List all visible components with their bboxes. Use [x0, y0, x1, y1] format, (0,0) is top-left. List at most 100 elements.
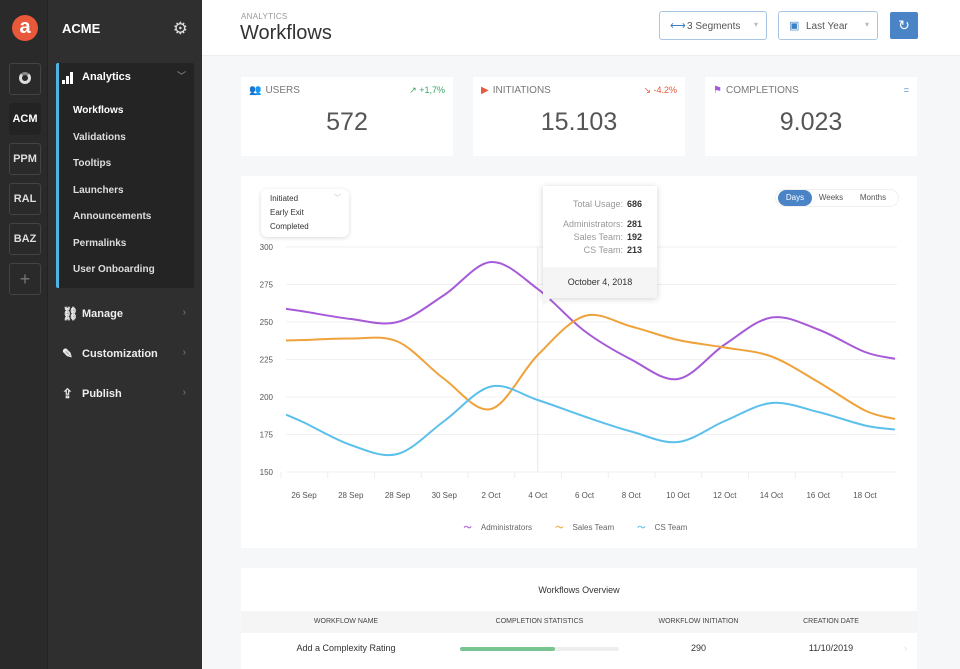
workflows-overview-table: Workflows Overview WORKFLOW NAME COMPLET… [241, 568, 917, 669]
sidebar-subitem-permalinks[interactable]: Permalinks [73, 238, 126, 249]
x-tick-label: 28 Sep [338, 491, 364, 500]
chevron-right-icon: › [182, 347, 186, 358]
x-tick-label: 8 Oct [622, 491, 642, 500]
refresh-icon: ↻ [898, 17, 910, 33]
range-months[interactable]: Months [852, 190, 894, 206]
x-tick-label: 6 Oct [575, 491, 595, 500]
chevron-down-icon: ﹀ [176, 71, 186, 81]
stat-value: 572 [326, 108, 368, 136]
legend-item-sales-team[interactable]: 〜 Sales Team [555, 523, 621, 532]
legend-item-cs-team[interactable]: 〜 CS Team [637, 523, 694, 532]
legend-line-icon: 〜 [555, 523, 564, 532]
rail-item-ral[interactable]: RAL [9, 183, 41, 215]
workspace-rail: a ACM PPM RAL BAZ + [0, 0, 48, 669]
tooltip-row-administrators: Administrators: 281 [562, 219, 643, 229]
chevron-right-icon: › [182, 307, 186, 318]
stat-value: 15.103 [540, 108, 618, 136]
stat-card-users: 👥 USERS ↗ +1,7% 572 [241, 77, 453, 156]
legend-line-icon: 〜 [637, 523, 646, 532]
users-icon: 👥 [249, 85, 262, 96]
segments-icon: ⟷ [670, 20, 686, 32]
period-select[interactable]: ▣ Last Year ▾ [778, 11, 878, 40]
sidebar-subitem-announcements[interactable]: Announcements [73, 211, 151, 222]
refresh-button[interactable]: ↻ [890, 12, 918, 39]
period-value: Last Year [806, 21, 848, 32]
sidebar-item-manage[interactable]: ⛓ Manage › [60, 305, 186, 325]
add-workspace-button[interactable]: + [9, 263, 41, 295]
table-header: WORKFLOW NAME COMPLETION STATISTICS WORK… [241, 611, 917, 633]
filter-option-completed[interactable]: Completed [270, 222, 309, 231]
chevron-right-icon: › [904, 643, 907, 653]
usage-chart-card: 150 175 200 225 250 275 300 26 Sep 28 Sep 28 Sep 3… [241, 176, 917, 548]
sidebar-item-publish[interactable]: ⇪ Publish › [60, 385, 186, 405]
column-header-name[interactable]: WORKFLOW NAME [271, 611, 421, 633]
y-tick-label: 225 [260, 356, 274, 365]
x-tick-label: 4 Oct [528, 491, 548, 500]
chart-legend: 〜 Administrators 〜 Sales Team 〜 CS Team [241, 522, 917, 533]
sidebar-group-analytics: Analytics ﹀ Workflows Validations Toolti… [56, 63, 194, 288]
rail-item-ppm[interactable]: PPM [9, 143, 41, 175]
sidebar-subitem-launchers[interactable]: Launchers [73, 185, 124, 196]
workflow-initiation: 290 [690, 643, 707, 653]
sidebar-item-label: Analytics [82, 71, 131, 83]
upload-icon: ⇪ [62, 386, 73, 401]
segments-select[interactable]: ⟷ 3 Segments ▾ [659, 11, 767, 40]
segments-value: 3 Segments [687, 21, 741, 32]
sidebar-subitem-tooltips[interactable]: Tooltips [73, 158, 111, 169]
sidebar-item-label: Customization [82, 348, 158, 360]
page-title: Workflows [240, 22, 332, 44]
completion-progress-bar [460, 647, 619, 651]
series-line-cs-team [285, 384, 896, 457]
table-row[interactable]: Add a Complexity Rating 290 11/10/2019 › [241, 633, 917, 663]
brand-name: ACME [62, 21, 101, 36]
y-tick-label: 175 [260, 431, 274, 440]
bar-chart-icon [62, 72, 74, 84]
stat-card-completions: ⚑ COMPLETIONS = 9.023 [705, 77, 917, 156]
filter-option-initiated[interactable]: Initiated [270, 194, 298, 203]
ring-icon [19, 71, 31, 84]
chevron-right-icon: › [182, 387, 186, 398]
range-days[interactable]: Days [778, 190, 812, 206]
gear-icon[interactable]: ⚙ [173, 19, 188, 39]
brush-icon: ✎ [62, 346, 73, 361]
legend-item-administrators[interactable]: 〜 Administrators [464, 523, 539, 532]
y-tick-label: 150 [260, 468, 274, 477]
x-tick-label: 28 Sep [385, 491, 411, 500]
calendar-icon: ▣ [789, 20, 800, 32]
rail-item-home[interactable] [9, 63, 41, 95]
range-toggle: Days Weeks Months [776, 190, 898, 206]
caret-down-icon: ▾ [864, 20, 869, 29]
range-weeks[interactable]: Weeks [814, 190, 848, 206]
sidebar-subitem-validations[interactable]: Validations [73, 132, 126, 143]
caret-down-icon: ▾ [753, 20, 758, 29]
flag-icon: ⚑ [713, 85, 722, 96]
metric-filter-dropdown[interactable]: Initiated Early Exit Completed ﹀ [261, 189, 349, 237]
breadcrumb: ANALYTICS [241, 12, 288, 21]
column-header-completion[interactable]: COMPLETION STATISTICS [460, 611, 619, 633]
tooltip-date: October 4, 2018 [543, 267, 657, 298]
stat-delta: = [903, 85, 909, 95]
stat-value: 9.023 [779, 108, 843, 136]
x-tick-label: 10 Oct [666, 491, 690, 500]
sidebar-item-analytics[interactable]: Analytics ﹀ [59, 69, 194, 89]
sidebar-subitem-workflows[interactable]: Workflows [73, 105, 123, 116]
sidebar-subitem-user-onboarding[interactable]: User Onboarding [73, 264, 155, 275]
stat-delta: ↘ -4.2% [643, 85, 677, 95]
app-logo[interactable]: a [12, 15, 38, 41]
rail-item-acm[interactable]: ACM [9, 103, 41, 135]
tooltip-arrow [543, 298, 551, 306]
column-header-initiation[interactable]: WORKFLOW INITIATION [631, 611, 766, 633]
sidebar: ACME ⚙ Analytics ﹀ Workflows Validations… [48, 0, 202, 669]
rail-item-baz[interactable]: BAZ [9, 223, 41, 255]
sidebar-item-customization[interactable]: ✎ Customization › [60, 345, 186, 365]
filter-option-early-exit[interactable]: Early Exit [270, 208, 304, 217]
chart-tooltip: Total Usage: 686 Administrators: 281 Sales… [543, 186, 657, 306]
progress-fill [460, 647, 556, 651]
x-tick-label: 30 Sep [432, 491, 458, 500]
y-tick-label: 275 [260, 281, 274, 290]
stat-card-initiations: ▶ INITIATIONS ↘ -4.2% 15.103 [473, 77, 685, 156]
x-tick-label: 2 Oct [481, 491, 501, 500]
y-tick-label: 250 [260, 318, 274, 327]
caret-down-icon: ﹀ [334, 195, 341, 202]
column-header-date[interactable]: CREATION DATE [781, 611, 881, 633]
